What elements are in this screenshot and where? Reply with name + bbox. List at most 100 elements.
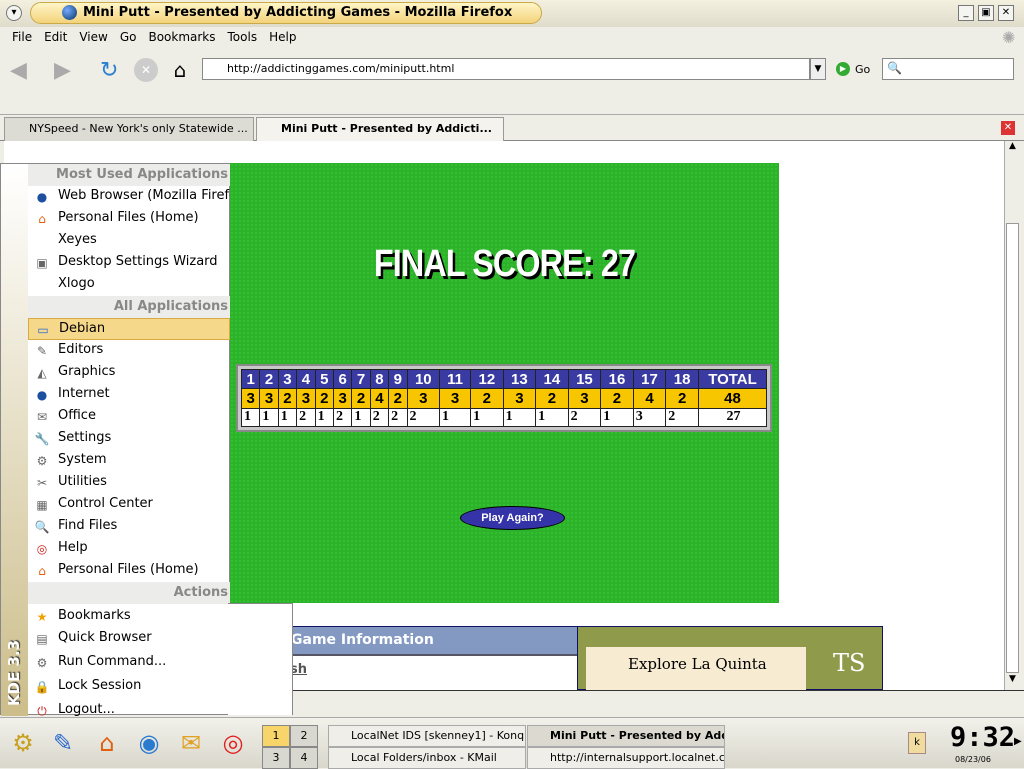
advertisement[interactable]: Explore La Quinta TS bbox=[577, 626, 883, 691]
menu-help[interactable]: Help bbox=[263, 28, 302, 48]
menu-extension bbox=[228, 603, 293, 715]
menu-file[interactable]: File bbox=[6, 28, 38, 48]
go-button[interactable]: Go bbox=[855, 63, 870, 76]
globe-icon: ● bbox=[36, 388, 48, 402]
par-cell: 2 bbox=[535, 388, 569, 409]
title-bar: ▾ Mini Putt - Presented by Addicting Gam… bbox=[0, 0, 1024, 27]
menu-item-label: Desktop Settings Wizard bbox=[58, 254, 218, 269]
home-folder-icon[interactable]: ⌂ bbox=[90, 726, 124, 760]
home-icon[interactable]: ⌂ bbox=[168, 58, 192, 82]
go-icon[interactable]: ▶ bbox=[836, 62, 850, 76]
scroll-down-icon[interactable]: ▼ bbox=[1005, 674, 1020, 690]
strokes-cell: 2 bbox=[567, 407, 602, 428]
tab-mini-putt[interactable]: Mini Putt - Presented by Addicti... bbox=[256, 117, 504, 141]
menu-item-find-files[interactable]: 🔍 Find Files bbox=[28, 516, 230, 538]
strokes-cell: 1 bbox=[439, 407, 472, 428]
menu-item-office[interactable]: ✉ Office bbox=[28, 406, 230, 428]
strokes-cell: 1 bbox=[600, 407, 634, 428]
menu-item-system[interactable]: ⚙ System bbox=[28, 450, 230, 472]
vertical-scrollbar[interactable]: ▲ ▼ bbox=[1004, 141, 1020, 690]
menu-item-label: Quick Browser bbox=[58, 630, 152, 645]
play-again-button[interactable]: Play Again? bbox=[460, 506, 565, 530]
hole-number-cell: 3 bbox=[277, 368, 298, 390]
menu-item-debian[interactable]: ▭ Debian bbox=[28, 318, 230, 340]
mini-putt-game[interactable]: FINAL SCORE: 27 1 2 3 4 5 6 7 8 9 10 11 12 13 14 15 16 1… bbox=[230, 163, 779, 603]
close-button[interactable]: ✕ bbox=[998, 5, 1014, 21]
throbber-icon: ✺ bbox=[1002, 28, 1016, 47]
stop-icon[interactable]: ✕ bbox=[134, 58, 158, 82]
task-kmail[interactable]: Local Folders/inbox - KMail bbox=[328, 747, 526, 769]
par-cell: 2 bbox=[314, 388, 334, 409]
ad-text: Explore La Quinta bbox=[628, 655, 767, 673]
url-dropdown-button[interactable]: ▼ bbox=[810, 58, 826, 80]
menu-item-internet[interactable]: ● Internet bbox=[28, 384, 230, 406]
desktop-4[interactable]: 4 bbox=[290, 747, 318, 769]
menu-edit[interactable]: Edit bbox=[38, 28, 73, 48]
menu-item-label: Help bbox=[58, 540, 88, 555]
par-cell: 4 bbox=[369, 388, 390, 409]
menu-item-graphics[interactable]: ◭ Graphics bbox=[28, 362, 230, 384]
task-internalsupport[interactable]: http://internalsupport.localnet.com bbox=[527, 747, 725, 769]
desktop-3[interactable]: 3 bbox=[262, 747, 290, 769]
menu-item-personal-files-home[interactable]: ⌂ Personal Files (Home) bbox=[28, 560, 230, 582]
menu-item-xlogo[interactable]: Xlogo bbox=[28, 274, 230, 296]
menu-item-settings[interactable]: 🔧 Settings bbox=[28, 428, 230, 450]
hole-number-cell: 11 bbox=[439, 368, 472, 390]
ad-header: TS bbox=[833, 649, 866, 677]
hole-number-cell: 2 bbox=[259, 368, 279, 390]
par-row: 3 3 2 3 2 3 2 4 2 3 3 2 3 2 3 2 4 2 48 bbox=[240, 388, 767, 409]
editor-icon: ✎ bbox=[36, 344, 48, 358]
strokes-cell: 2 bbox=[296, 407, 316, 428]
desktop-2[interactable]: 2 bbox=[290, 725, 318, 747]
menu-view[interactable]: View bbox=[73, 28, 113, 48]
menu-item-xeyes[interactable]: Xeyes bbox=[28, 230, 230, 252]
desktop-icon[interactable]: ✎ bbox=[46, 726, 80, 760]
konqueror-icon[interactable]: ◉ bbox=[132, 726, 166, 760]
kde-menu-icon[interactable]: ⚙ bbox=[6, 726, 40, 760]
close-tab-icon[interactable]: ✕ bbox=[1001, 121, 1015, 135]
menu-item-editors[interactable]: ✎ Editors bbox=[28, 340, 230, 362]
task-mini-putt[interactable]: Mini Putt - Presented by Addicting Games bbox=[527, 725, 725, 747]
scroll-up-icon[interactable]: ▲ bbox=[1005, 141, 1020, 157]
menu-bookmarks[interactable]: Bookmarks bbox=[142, 28, 221, 48]
office-icon: ✉ bbox=[36, 410, 48, 424]
forward-icon[interactable]: ▶ bbox=[54, 58, 78, 83]
url-input[interactable]: http://addictinggames.com/miniputt.html bbox=[202, 58, 810, 80]
help-icon[interactable]: ◎ bbox=[216, 726, 250, 760]
maximize-button[interactable]: ▣ bbox=[978, 5, 994, 21]
menu-go[interactable]: Go bbox=[114, 28, 143, 48]
menu-item-personal-files-home[interactable]: ⌂ Personal Files (Home) bbox=[28, 208, 230, 230]
klipper-icon[interactable]: k bbox=[908, 732, 926, 754]
desktop-1[interactable]: 1 bbox=[262, 725, 290, 747]
minimize-button[interactable]: _ bbox=[958, 5, 974, 21]
back-icon[interactable]: ◀ bbox=[10, 58, 34, 83]
menu-item-label: Find Files bbox=[58, 518, 118, 533]
final-score: FINAL SCORE: 27 bbox=[373, 243, 636, 285]
panel-scroll-icon[interactable]: ▶ bbox=[1014, 736, 1022, 747]
menu-item-web-browser-mozilla-firefox[interactable]: ● Web Browser (Mozilla Firefox) bbox=[28, 186, 230, 208]
menu-item-control-center[interactable]: ▦ Control Center bbox=[28, 494, 230, 516]
clock-time[interactable]: 9:32 bbox=[950, 722, 1015, 753]
strokes-cell: 1 bbox=[470, 407, 504, 428]
hole-number-cell: 10 bbox=[406, 368, 441, 390]
tab-nyspeed[interactable]: NYSpeed - New York's only Statewide ... bbox=[4, 117, 254, 141]
par-cell: 2 bbox=[665, 388, 699, 409]
kmail-icon[interactable]: ✉ bbox=[174, 726, 208, 760]
menu-item-desktop-settings-wizard[interactable]: ▣ Desktop Settings Wizard bbox=[28, 252, 230, 274]
menu-tools[interactable]: Tools bbox=[222, 28, 264, 48]
search-input[interactable]: 🔍 bbox=[882, 58, 1014, 80]
par-cell: 2 bbox=[277, 388, 298, 409]
game-information-heading: Game Information bbox=[288, 626, 577, 656]
scrollbar-thumb[interactable] bbox=[1006, 223, 1019, 673]
task-konqueror[interactable]: LocalNet IDS [skenney1] - Konqueror bbox=[328, 725, 526, 747]
menu-item-label: Bookmarks bbox=[58, 608, 131, 623]
menu-item-help[interactable]: ◎ Help bbox=[28, 538, 230, 560]
reload-icon[interactable]: ↻ bbox=[100, 58, 124, 83]
window-menu-button[interactable]: ▾ bbox=[6, 5, 22, 21]
menu-item-label: System bbox=[58, 452, 107, 467]
par-total: 48 bbox=[698, 388, 767, 409]
strokes-cell: 1 bbox=[535, 407, 569, 428]
par-cell: 4 bbox=[632, 388, 667, 409]
hole-number-cell: 14 bbox=[535, 368, 569, 390]
menu-item-utilities[interactable]: ✂ Utilities bbox=[28, 472, 230, 494]
